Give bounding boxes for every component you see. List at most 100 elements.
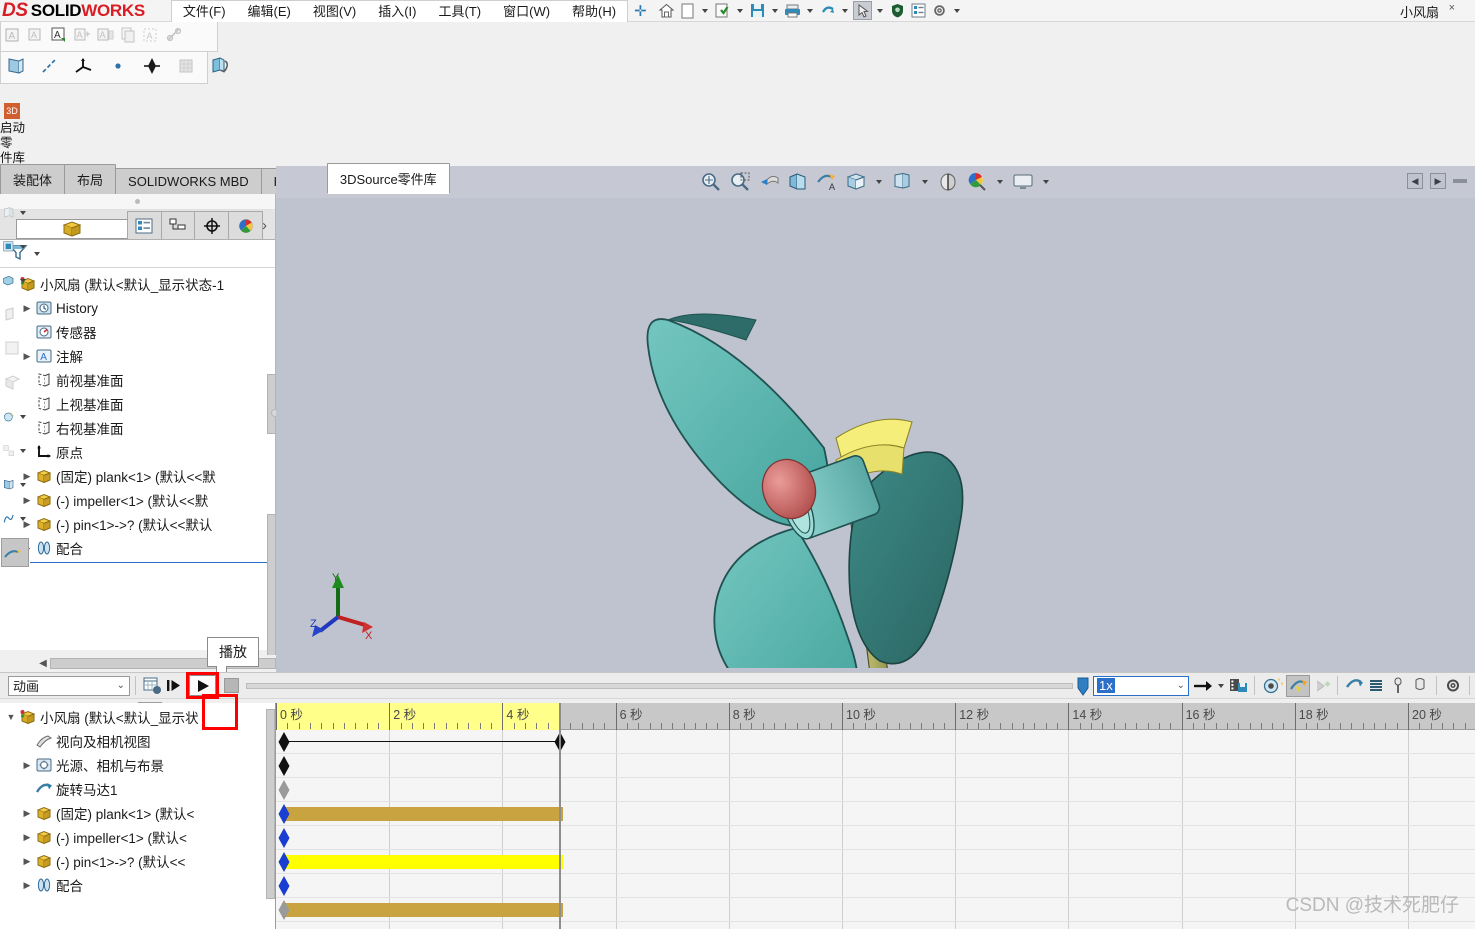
time-scrub-handle[interactable] [1077,677,1089,696]
tree-node-front-plane[interactable]: 前视基准面 [4,368,275,392]
balloon-icon[interactable]: A [26,25,47,49]
new-document-icon[interactable] [678,1,697,20]
expand-arrow-icon[interactable]: ▶ [20,760,34,771]
menu-insert[interactable]: 插入(I) [367,1,427,22]
keyframe-marker-start[interactable] [277,850,290,872]
chevron-down-icon[interactable] [841,8,848,13]
chevron-down-icon[interactable] [736,8,743,13]
playback-mode-button[interactable] [1189,675,1215,696]
fm-tab-configuration-manager[interactable] [160,211,196,239]
reference-plane-icon[interactable] [5,55,27,80]
move-component-icon[interactable] [1,300,29,329]
calculate-button[interactable] [141,675,163,696]
mate-icon[interactable] [1,266,29,295]
fm-tab-feature-tree[interactable] [16,219,128,239]
scroll-left-arrow-icon[interactable]: ◀ [36,658,50,669]
tree-node-plank[interactable]: ▶ (固定) plank<1> (默认<<默 [4,464,275,488]
mm-tree-node-mates[interactable]: ▶ 配合 [4,873,275,897]
fm-tab-property-manager[interactable] [126,211,162,239]
reference-geometry-icon[interactable] [1,470,29,499]
options-list-icon[interactable] [909,1,928,20]
mm-tree-node-impeller[interactable]: ▶ (-) impeller<1> (默认< [4,825,275,849]
chevron-down-icon[interactable] [953,8,960,13]
chevron-down-icon[interactable] [876,180,882,184]
tab-layout[interactable]: 布局 [64,164,117,194]
undo-icon[interactable] [818,1,837,20]
timeline-change-bar[interactable] [282,903,563,917]
contact-button[interactable] [1365,675,1387,696]
tree-node-origin[interactable]: 原点 [4,440,275,464]
time-marker-ruler[interactable] [559,703,561,730]
tl-row-impeller[interactable] [276,850,1475,874]
save-icon[interactable] [748,1,767,20]
chevron-down-icon[interactable] [34,251,40,256]
zoom-to-area-icon[interactable] [728,170,752,194]
tree-node-impeller[interactable]: ▶ (-) impeller<1> (默认<<默 [4,488,275,512]
copy-annotation-icon[interactable] [118,25,139,49]
previous-view-icon[interactable] [757,170,781,194]
animation-wizard-button[interactable] [1260,675,1286,696]
exploded-view-icon[interactable] [1,436,29,465]
tree-node-pin[interactable]: ▶ (-) pin<1>->? (默认<<默认 [4,512,275,536]
select-tool-icon[interactable] [852,1,872,20]
instant3d-icon[interactable] [1,538,29,567]
menu-tools[interactable]: 工具(T) [428,1,493,22]
motion-study-properties-button[interactable] [1442,675,1464,696]
feature-tree-scroll-thumb-lower[interactable] [267,514,276,664]
graphics-area[interactable]: A ◀ ▶ Y X Z [276,166,1475,672]
feature-tree-scroll-thumb[interactable] [267,374,276,434]
zoom-to-fit-icon[interactable] [699,170,723,194]
time-marker-line[interactable] [559,730,561,929]
chevron-down-icon[interactable] [1218,683,1224,688]
mm-tree-node-pin[interactable]: ▶ (-) pin<1>->? (默认<< [4,849,275,873]
tl-row-assembly-root[interactable] [276,730,1475,754]
playback-speed-dropdown[interactable]: 1x ⌄ [1093,675,1189,696]
coordinate-system-icon[interactable] [73,55,95,80]
show-hidden-components-icon[interactable] [1,334,29,363]
expand-arrow-icon[interactable]: ▶ [20,856,34,867]
spring-button[interactable] [1310,675,1332,696]
fm-tab-dimxpert-manager[interactable] [194,211,230,239]
menu-edit[interactable]: 编辑(E) [237,1,302,22]
expand-arrow-icon[interactable]: ▶ [20,808,34,819]
fan-assembly-3d-model[interactable] [276,198,1475,668]
attach-part-icon[interactable] [209,55,231,80]
menu-window[interactable]: 窗口(W) [492,1,561,22]
mm-tree-node-orientation-camera-views[interactable]: 视向及相机视图 [4,729,275,753]
motor-button[interactable] [1286,674,1310,697]
chevron-down-icon[interactable] [701,8,708,13]
keyframe-marker-start[interactable] [277,826,290,848]
dimension-link-icon[interactable] [164,25,185,49]
close-document-button[interactable]: × [1449,2,1455,14]
feature-manager-more-tabs-button[interactable]: › [262,217,275,239]
chevron-down-icon[interactable] [806,8,813,13]
minimize-icon[interactable] [1453,179,1467,183]
shield-icon[interactable] [888,1,907,20]
chevron-down-icon[interactable] [922,180,928,184]
timeline-change-bar[interactable] [282,855,563,869]
keyframe-marker-start[interactable] [277,730,290,752]
view-settings-icon[interactable] [1011,170,1035,194]
add-symbol-icon[interactable]: A [72,25,93,49]
insert-components-icon[interactable] [1,198,29,227]
collapse-right-panel-button[interactable]: ▶ [1430,173,1446,189]
expand-arrow-icon[interactable]: ▶ [20,880,34,891]
mm-tree-node-lights-cameras-scene[interactable]: ▶ 光源、相机与布景 [4,753,275,777]
assembly-features-icon[interactable] [1,368,29,397]
edit-appearance-icon[interactable] [936,170,960,194]
motion-study-type-dropdown[interactable]: 动画 ⌄ [8,675,130,696]
collapse-left-panel-button[interactable]: ◀ [1407,173,1423,189]
display-style-icon[interactable] [844,170,868,194]
chevron-down-icon[interactable] [876,8,883,13]
play-from-start-button[interactable] [163,675,185,696]
keyframe-marker-start[interactable] [277,802,290,824]
print-icon[interactable] [783,1,802,20]
tree-node-mates[interactable]: ▶配合 [4,536,275,560]
keyframe-marker-start[interactable] [277,898,290,920]
grid-system-icon[interactable] [175,55,197,80]
section-view-icon[interactable] [786,170,810,194]
mm-tree-node-plank[interactable]: ▶ (固定) plank<1> (默认< [4,801,275,825]
motion-study-wizard-icon[interactable] [1,402,29,431]
tree-node-sensors[interactable]: 传感器 [4,320,275,344]
annotation-pattern-icon[interactable]: A [141,25,162,49]
